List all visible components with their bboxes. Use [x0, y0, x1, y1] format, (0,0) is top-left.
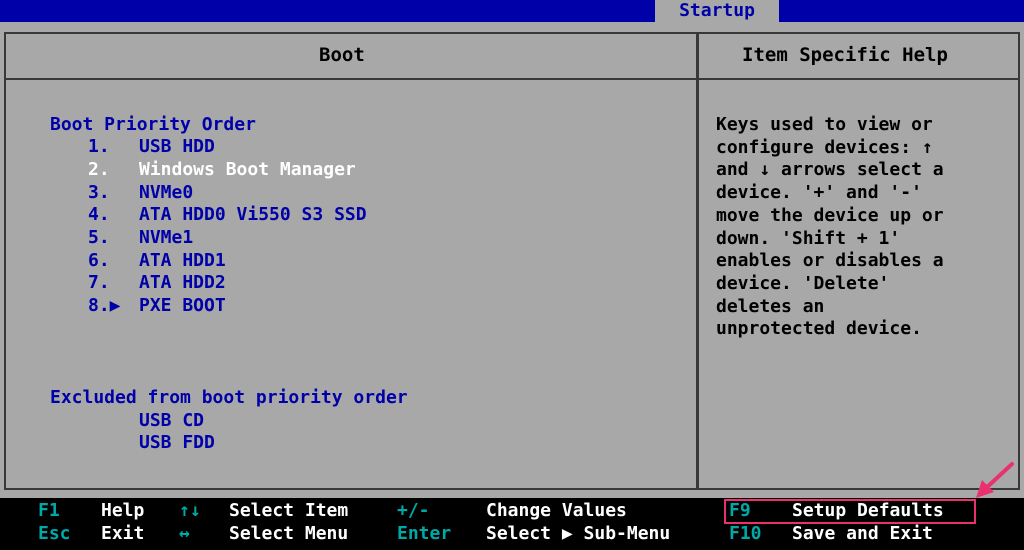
key-esc: Esc: [38, 523, 71, 544]
boot-item-8-number: 8.▶: [88, 295, 121, 316]
key-enter: Enter: [397, 523, 452, 544]
excluded-heading: Excluded from boot priority order: [50, 387, 408, 408]
boot-item-usb-hdd[interactable]: USB HDD: [139, 136, 215, 158]
boot-item-nvme0[interactable]: NVMe0: [139, 182, 193, 204]
key-f10-desc: Save and Exit: [792, 523, 933, 544]
key-f10: F10: [729, 523, 762, 544]
key-f1: F1: [38, 500, 60, 521]
boot-item-ata-hdd1[interactable]: ATA HDD1: [139, 250, 226, 272]
boot-item-7-number: 7.: [88, 272, 110, 293]
boot-item-ata-hdd2[interactable]: ATA HDD2: [139, 272, 226, 294]
tab-startup[interactable]: Startup: [655, 0, 779, 22]
boot-item-windows-boot-manager[interactable]: Windows Boot Manager: [139, 159, 356, 181]
boot-item-ata-hdd0[interactable]: ATA HDD0 Vi550 S3 SSD: [139, 204, 367, 226]
key-plusminus-desc: Change Values: [486, 500, 627, 521]
boot-item-3-number: 3.: [88, 182, 110, 203]
boot-item-nvme1[interactable]: NVMe1: [139, 227, 193, 249]
boot-item-5-number: 5.: [88, 227, 110, 248]
key-enter-desc: Select ▶ Sub-Menu: [486, 523, 671, 544]
boot-priority-heading: Boot Priority Order: [50, 114, 256, 135]
key-plusminus: +/-: [397, 500, 430, 521]
key-updown-desc: Select Item: [229, 500, 349, 521]
boot-item-1-number: 1.: [88, 136, 110, 157]
pointer-arrow-icon: [976, 462, 1014, 498]
boot-item-6-number: 6.: [88, 250, 110, 271]
key-leftright: ↔: [179, 523, 190, 544]
key-esc-desc: Exit: [101, 523, 145, 544]
boot-panel-title: Boot: [319, 44, 365, 66]
top-menu-bar: Startup: [0, 0, 1024, 22]
setup-defaults-highlight: [724, 499, 976, 524]
help-text: Keys used to view or configure devices: …: [716, 114, 944, 340]
help-panel-title: Item Specific Help: [742, 44, 948, 66]
key-updown: ↑↓: [179, 500, 201, 521]
excluded-item-usb-cd[interactable]: USB CD: [139, 410, 204, 432]
panel-divider: [696, 32, 699, 490]
boot-item-pxe-boot[interactable]: PXE BOOT: [139, 295, 226, 317]
boot-item-2-number: 2.: [88, 159, 110, 180]
key-leftright-desc: Select Menu: [229, 523, 349, 544]
boot-item-4-number: 4.: [88, 204, 110, 225]
excluded-item-usb-fdd[interactable]: USB FDD: [139, 432, 215, 454]
title-divider: [4, 78, 1020, 80]
key-f1-desc: Help: [101, 500, 145, 521]
